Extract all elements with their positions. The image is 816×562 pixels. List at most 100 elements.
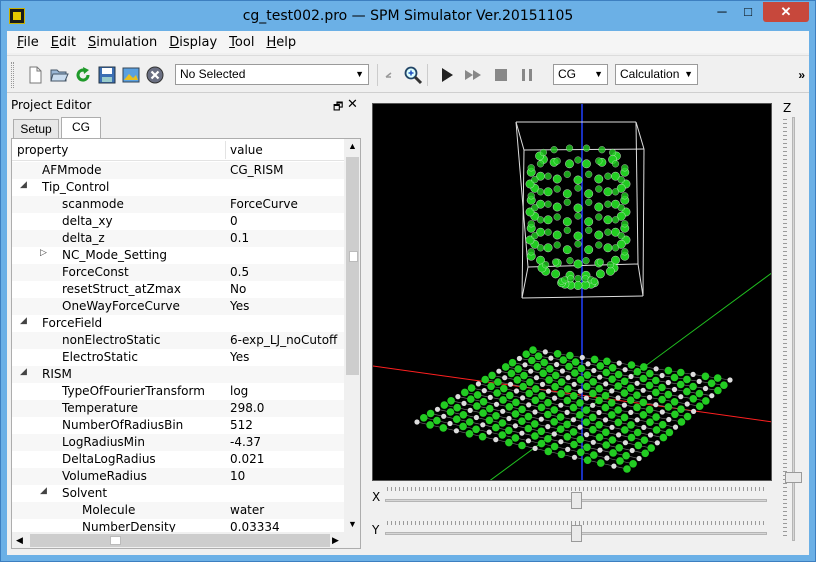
property-value[interactable]: CG_RISM bbox=[230, 163, 342, 177]
scroll-right-icon[interactable]: ▶ bbox=[332, 535, 339, 546]
horizontal-scrollbar[interactable]: ◀ ▶ bbox=[12, 532, 344, 548]
property-value[interactable]: -4.37 bbox=[230, 435, 342, 449]
scroll-down-icon[interactable]: ▼ bbox=[348, 519, 357, 529]
property-value[interactable]: 10 bbox=[230, 469, 342, 483]
mode-combo[interactable]: Calculation ▼ bbox=[615, 64, 698, 85]
column-header-property[interactable]: property bbox=[17, 143, 68, 157]
property-value[interactable]: 0.1 bbox=[230, 231, 342, 245]
property-row[interactable]: OneWayForceCurve Yes bbox=[12, 298, 344, 315]
float-panel-icon[interactable]: 🗗 bbox=[333, 98, 343, 117]
hydrogen-atom bbox=[636, 455, 642, 462]
scroll-left-icon[interactable]: ◀ bbox=[16, 535, 23, 546]
close-button[interactable]: ✕ bbox=[763, 2, 809, 22]
property-row[interactable]: Molecule water bbox=[12, 502, 344, 519]
scroll-thumb[interactable] bbox=[346, 157, 359, 375]
zoom-icon[interactable] bbox=[403, 65, 423, 85]
hydrogen-atom bbox=[545, 424, 551, 430]
property-value[interactable]: 0.021 bbox=[230, 452, 342, 466]
y-slider-handle[interactable] bbox=[571, 525, 582, 542]
collapse-icon[interactable]: ◢ bbox=[20, 316, 27, 326]
property-value[interactable]: water bbox=[230, 503, 342, 517]
scroll-up-icon[interactable]: ▲ bbox=[348, 141, 357, 151]
toolbar-overflow-button[interactable]: » bbox=[798, 68, 805, 82]
toolbar-grip[interactable] bbox=[11, 62, 14, 88]
close-panel-icon[interactable]: ✕ bbox=[347, 97, 358, 112]
property-row[interactable]: ▷ NC_Mode_Setting bbox=[12, 247, 344, 264]
property-value[interactable]: 298.0 bbox=[230, 401, 342, 415]
menu-file[interactable]: File bbox=[11, 35, 45, 50]
property-row[interactable]: ◢ ForceField bbox=[12, 315, 344, 332]
collapse-icon[interactable]: ◢ bbox=[20, 180, 27, 190]
property-value[interactable]: Yes bbox=[230, 299, 342, 313]
title-bar[interactable]: cg_test002.pro — SPM Simulator Ver.20151… bbox=[1, 1, 815, 31]
menu-tool[interactable]: Tool bbox=[223, 35, 260, 50]
undo-icon[interactable] bbox=[382, 65, 396, 85]
carbon-atom bbox=[467, 384, 476, 392]
property-value[interactable]: No bbox=[230, 282, 342, 296]
project-editor-tabs: Setup CG bbox=[11, 117, 361, 139]
new-file-icon[interactable] bbox=[25, 65, 45, 85]
stop-icon[interactable] bbox=[491, 65, 511, 85]
collapse-icon[interactable]: ◢ bbox=[20, 367, 27, 377]
hydrogen-atom bbox=[434, 406, 441, 412]
menu-edit[interactable]: Edit bbox=[45, 35, 82, 50]
property-row[interactable]: VolumeRadius 10 bbox=[12, 468, 344, 485]
property-row[interactable]: LogRadiusMin -4.37 bbox=[12, 434, 344, 451]
open-folder-icon[interactable] bbox=[49, 65, 69, 85]
property-row[interactable]: DeltaLogRadius 0.021 bbox=[12, 451, 344, 468]
property-row[interactable]: ElectroStatic Yes bbox=[12, 349, 344, 366]
property-row[interactable]: ◢ RISM bbox=[12, 366, 344, 383]
3d-viewport[interactable] bbox=[372, 103, 772, 481]
property-value[interactable]: ForceCurve bbox=[230, 197, 342, 211]
carbon-atom bbox=[573, 259, 583, 269]
play-icon[interactable] bbox=[437, 65, 457, 85]
cancel-icon[interactable] bbox=[145, 65, 165, 85]
property-row[interactable]: AFMmode CG_RISM bbox=[12, 162, 344, 179]
hydrogen-atom bbox=[727, 377, 733, 383]
property-row[interactable]: NumberOfRadiusBin 512 bbox=[12, 417, 344, 434]
vertical-scrollbar[interactable]: ▲ ▼ bbox=[344, 139, 360, 532]
carbon-atom bbox=[577, 364, 586, 373]
minimize-button[interactable]: ─ bbox=[709, 2, 735, 22]
maximize-button[interactable]: □ bbox=[735, 2, 761, 22]
tab-setup[interactable]: Setup bbox=[13, 119, 59, 139]
expand-icon[interactable]: ▷ bbox=[40, 248, 47, 258]
method-combo[interactable]: CG ▼ bbox=[553, 64, 608, 85]
property-row[interactable]: delta_xy 0 bbox=[12, 213, 344, 230]
hydrogen-atom bbox=[584, 432, 590, 438]
image-icon[interactable] bbox=[121, 65, 141, 85]
column-divider[interactable] bbox=[225, 141, 226, 159]
column-header-value[interactable]: value bbox=[230, 143, 263, 157]
save-icon[interactable] bbox=[97, 65, 117, 85]
property-value[interactable]: log bbox=[230, 384, 342, 398]
property-value[interactable]: 512 bbox=[230, 418, 342, 432]
property-row[interactable]: nonElectroStatic 6-exp_LJ_noCutoff bbox=[12, 332, 344, 349]
property-row[interactable]: ◢ Solvent bbox=[12, 485, 344, 502]
property-value[interactable]: Yes bbox=[230, 350, 342, 364]
collapse-icon[interactable]: ◢ bbox=[40, 486, 47, 496]
property-value[interactable]: 0 bbox=[230, 214, 342, 228]
z-slider-handle[interactable] bbox=[785, 472, 802, 484]
property-row[interactable]: delta_z 0.1 bbox=[12, 230, 344, 247]
property-value[interactable]: 6-exp_LJ_noCutoff bbox=[230, 333, 342, 347]
property-row[interactable]: scanmode ForceCurve bbox=[12, 196, 344, 213]
menu-simulation[interactable]: Simulation bbox=[82, 35, 163, 50]
property-row[interactable]: resetStruct_atZmax No bbox=[12, 281, 344, 298]
tab-cg[interactable]: CG bbox=[61, 117, 101, 139]
menu-help[interactable]: Help bbox=[260, 35, 302, 50]
selection-combo[interactable]: No Selected ▼ bbox=[175, 64, 369, 85]
carbon-atom bbox=[639, 374, 648, 383]
reload-icon[interactable] bbox=[73, 65, 93, 85]
pause-icon[interactable] bbox=[517, 65, 537, 85]
scroll-thumb[interactable] bbox=[30, 534, 330, 547]
hydrogen-atom bbox=[538, 416, 544, 422]
property-value[interactable]: 0.5 bbox=[230, 265, 342, 279]
property-row[interactable]: ForceConst 0.5 bbox=[12, 264, 344, 281]
property-row[interactable]: Temperature 298.0 bbox=[12, 400, 344, 417]
property-row[interactable]: ◢ Tip_Control bbox=[12, 179, 344, 196]
x-slider-handle[interactable] bbox=[571, 492, 582, 509]
molecule-scene[interactable] bbox=[373, 104, 772, 481]
menu-display[interactable]: Display bbox=[163, 35, 223, 50]
property-row[interactable]: TypeOfFourierTransform log bbox=[12, 383, 344, 400]
fast-forward-icon[interactable] bbox=[463, 65, 483, 85]
